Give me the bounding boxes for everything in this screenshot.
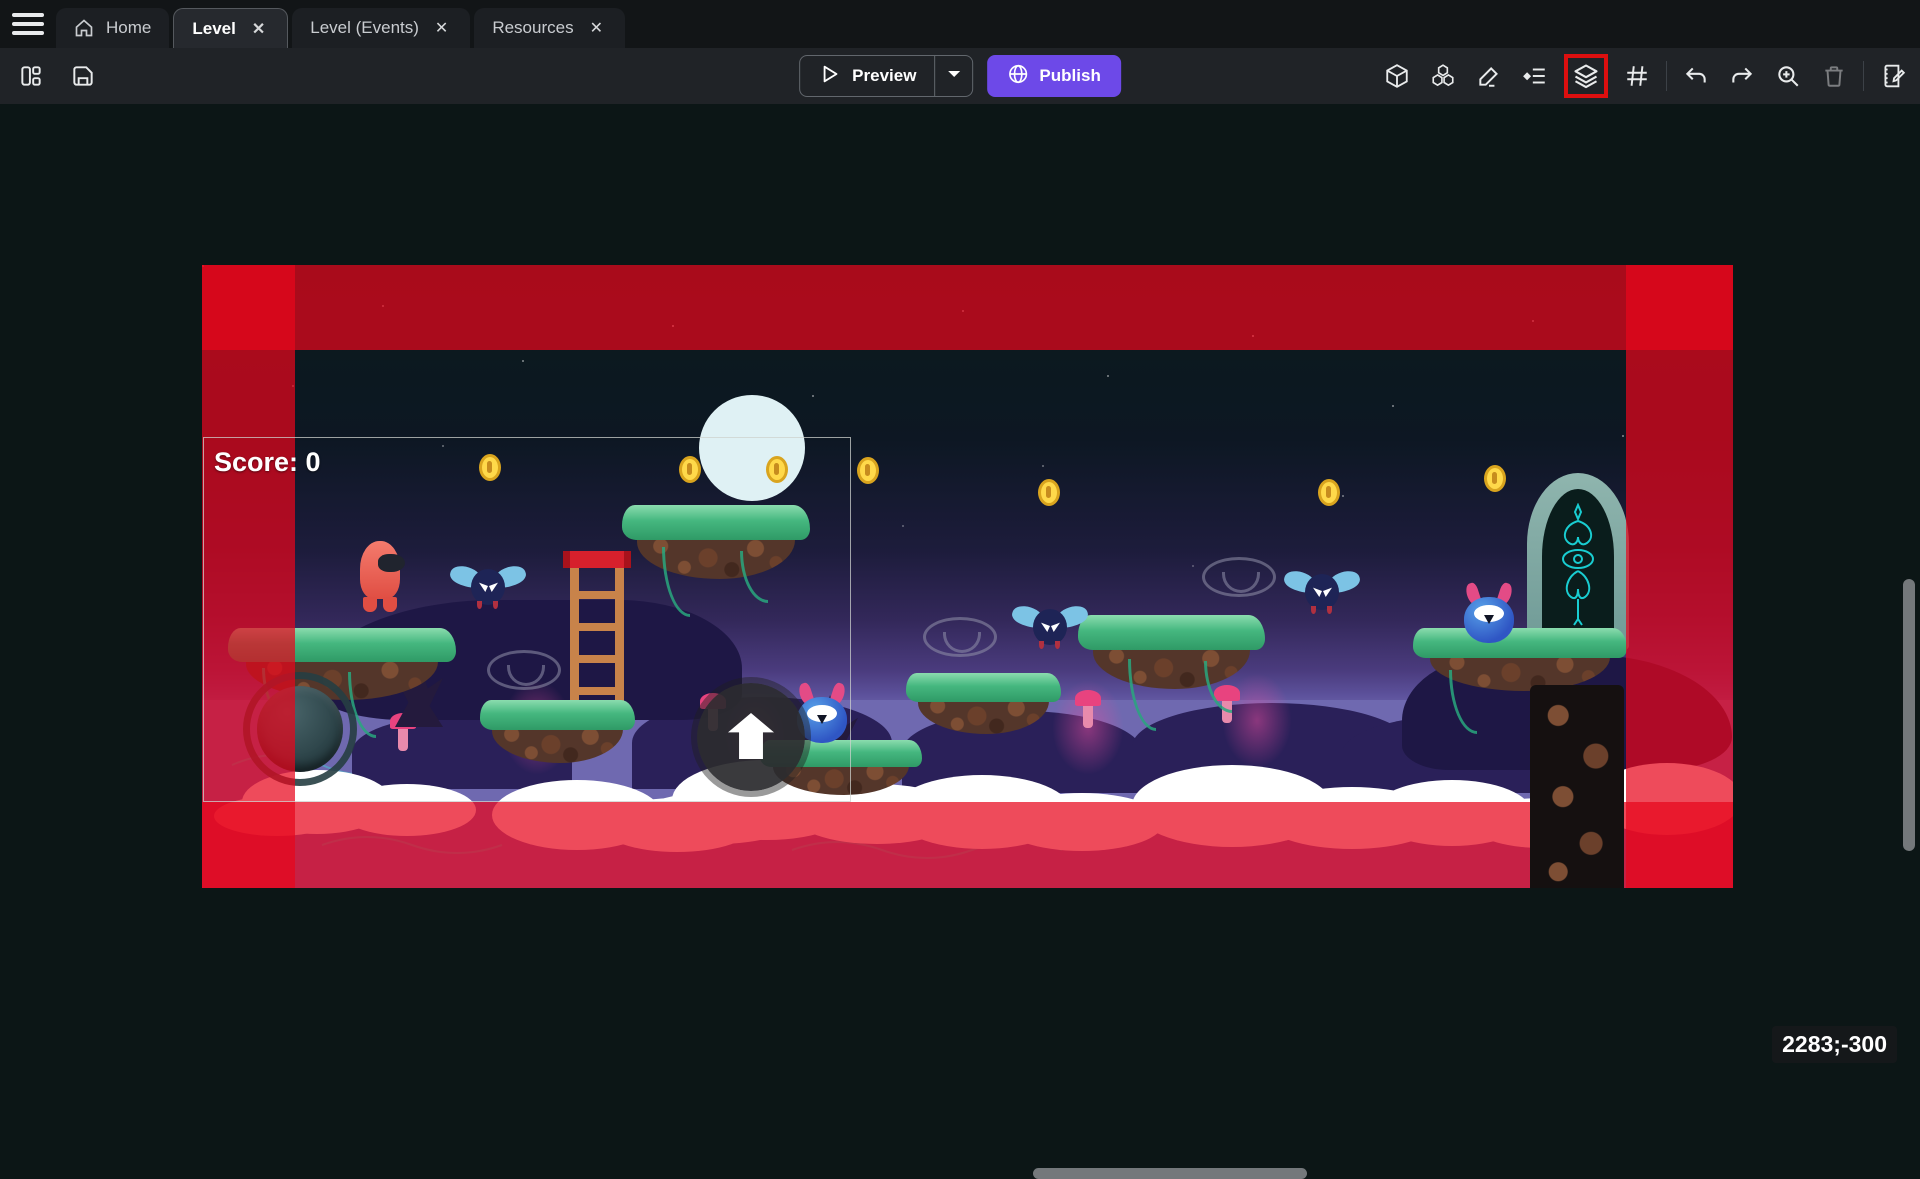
level-border-right[interactable]: [1626, 265, 1733, 888]
level-border-bottom[interactable]: [202, 802, 1733, 888]
portal-instance[interactable]: [1527, 473, 1629, 650]
tab-label: Home: [106, 18, 151, 38]
level-scene[interactable]: Score: 0: [202, 265, 1733, 888]
editor-toolbar: Preview Publish: [0, 48, 1920, 104]
instances-list-icon[interactable]: [1518, 59, 1552, 93]
cursor-coordinates: 2283;-300: [1772, 1026, 1897, 1063]
redo-icon[interactable]: [1725, 59, 1759, 93]
layout-panels-icon[interactable]: [14, 59, 48, 93]
coin-instance[interactable]: [857, 457, 879, 484]
tab-label: Level (Events): [310, 18, 419, 38]
score-text[interactable]: Score: 0: [214, 447, 321, 478]
menu-icon[interactable]: [10, 10, 46, 38]
object-groups-icon[interactable]: [1426, 59, 1460, 93]
tab-level-events[interactable]: Level (Events) ✕: [292, 8, 470, 48]
close-icon[interactable]: ✕: [431, 16, 452, 40]
tab-level[interactable]: Level ✕: [173, 8, 288, 48]
home-icon: [74, 18, 94, 38]
horizontal-scrollbar[interactable]: [1033, 1168, 1307, 1179]
tab-home[interactable]: Home: [56, 8, 169, 48]
level-border-top[interactable]: [202, 265, 1733, 350]
globe-icon: [1007, 63, 1029, 90]
bat-enemy-instance[interactable]: [1284, 570, 1360, 616]
monster-enemy-instance[interactable]: [1463, 583, 1515, 645]
platform-instance[interactable]: [906, 673, 1061, 737]
publish-button[interactable]: Publish: [987, 55, 1120, 97]
layers-highlight-box: [1564, 54, 1608, 98]
coin-instance[interactable]: [1484, 465, 1506, 492]
preview-button[interactable]: Preview: [799, 55, 973, 97]
close-icon[interactable]: ✕: [586, 16, 607, 40]
close-icon[interactable]: ✕: [248, 17, 269, 41]
delete-trash-icon[interactable]: [1817, 59, 1851, 93]
dirt-column[interactable]: [1530, 685, 1624, 888]
coin-instance[interactable]: [1038, 479, 1060, 506]
publish-label: Publish: [1039, 66, 1100, 86]
play-icon: [818, 63, 840, 90]
tab-resources[interactable]: Resources ✕: [474, 8, 625, 48]
scene-editor-canvas[interactable]: Score: 0 2283;-300: [0, 104, 1920, 1080]
objects-cube-icon[interactable]: [1380, 59, 1414, 93]
bat-enemy-instance[interactable]: [1012, 605, 1088, 651]
vertical-scrollbar[interactable]: [1903, 579, 1915, 851]
eye-decoration: [923, 617, 997, 657]
preview-label: Preview: [852, 66, 916, 86]
edit-pencil-icon[interactable]: [1472, 59, 1506, 93]
camera-viewport-outline: [203, 437, 851, 802]
grid-icon[interactable]: [1620, 59, 1654, 93]
portal-glyph: [1551, 503, 1605, 633]
edit-scene-properties-icon[interactable]: [1876, 59, 1910, 93]
coin-instance[interactable]: [1318, 479, 1340, 506]
caret-down-icon: [946, 66, 962, 87]
save-icon[interactable]: [66, 59, 100, 93]
zoom-in-icon[interactable]: [1771, 59, 1805, 93]
preview-dropdown-button[interactable]: [934, 56, 972, 96]
undo-icon[interactable]: [1679, 59, 1713, 93]
layers-icon[interactable]: [1569, 59, 1603, 93]
tab-bar: Home Level ✕ Level (Events) ✕ Resources …: [0, 0, 1920, 48]
eye-decoration: [1202, 557, 1276, 597]
tab-label: Level: [192, 19, 235, 39]
platform-instance[interactable]: [1078, 615, 1265, 691]
tab-label: Resources: [492, 18, 573, 38]
